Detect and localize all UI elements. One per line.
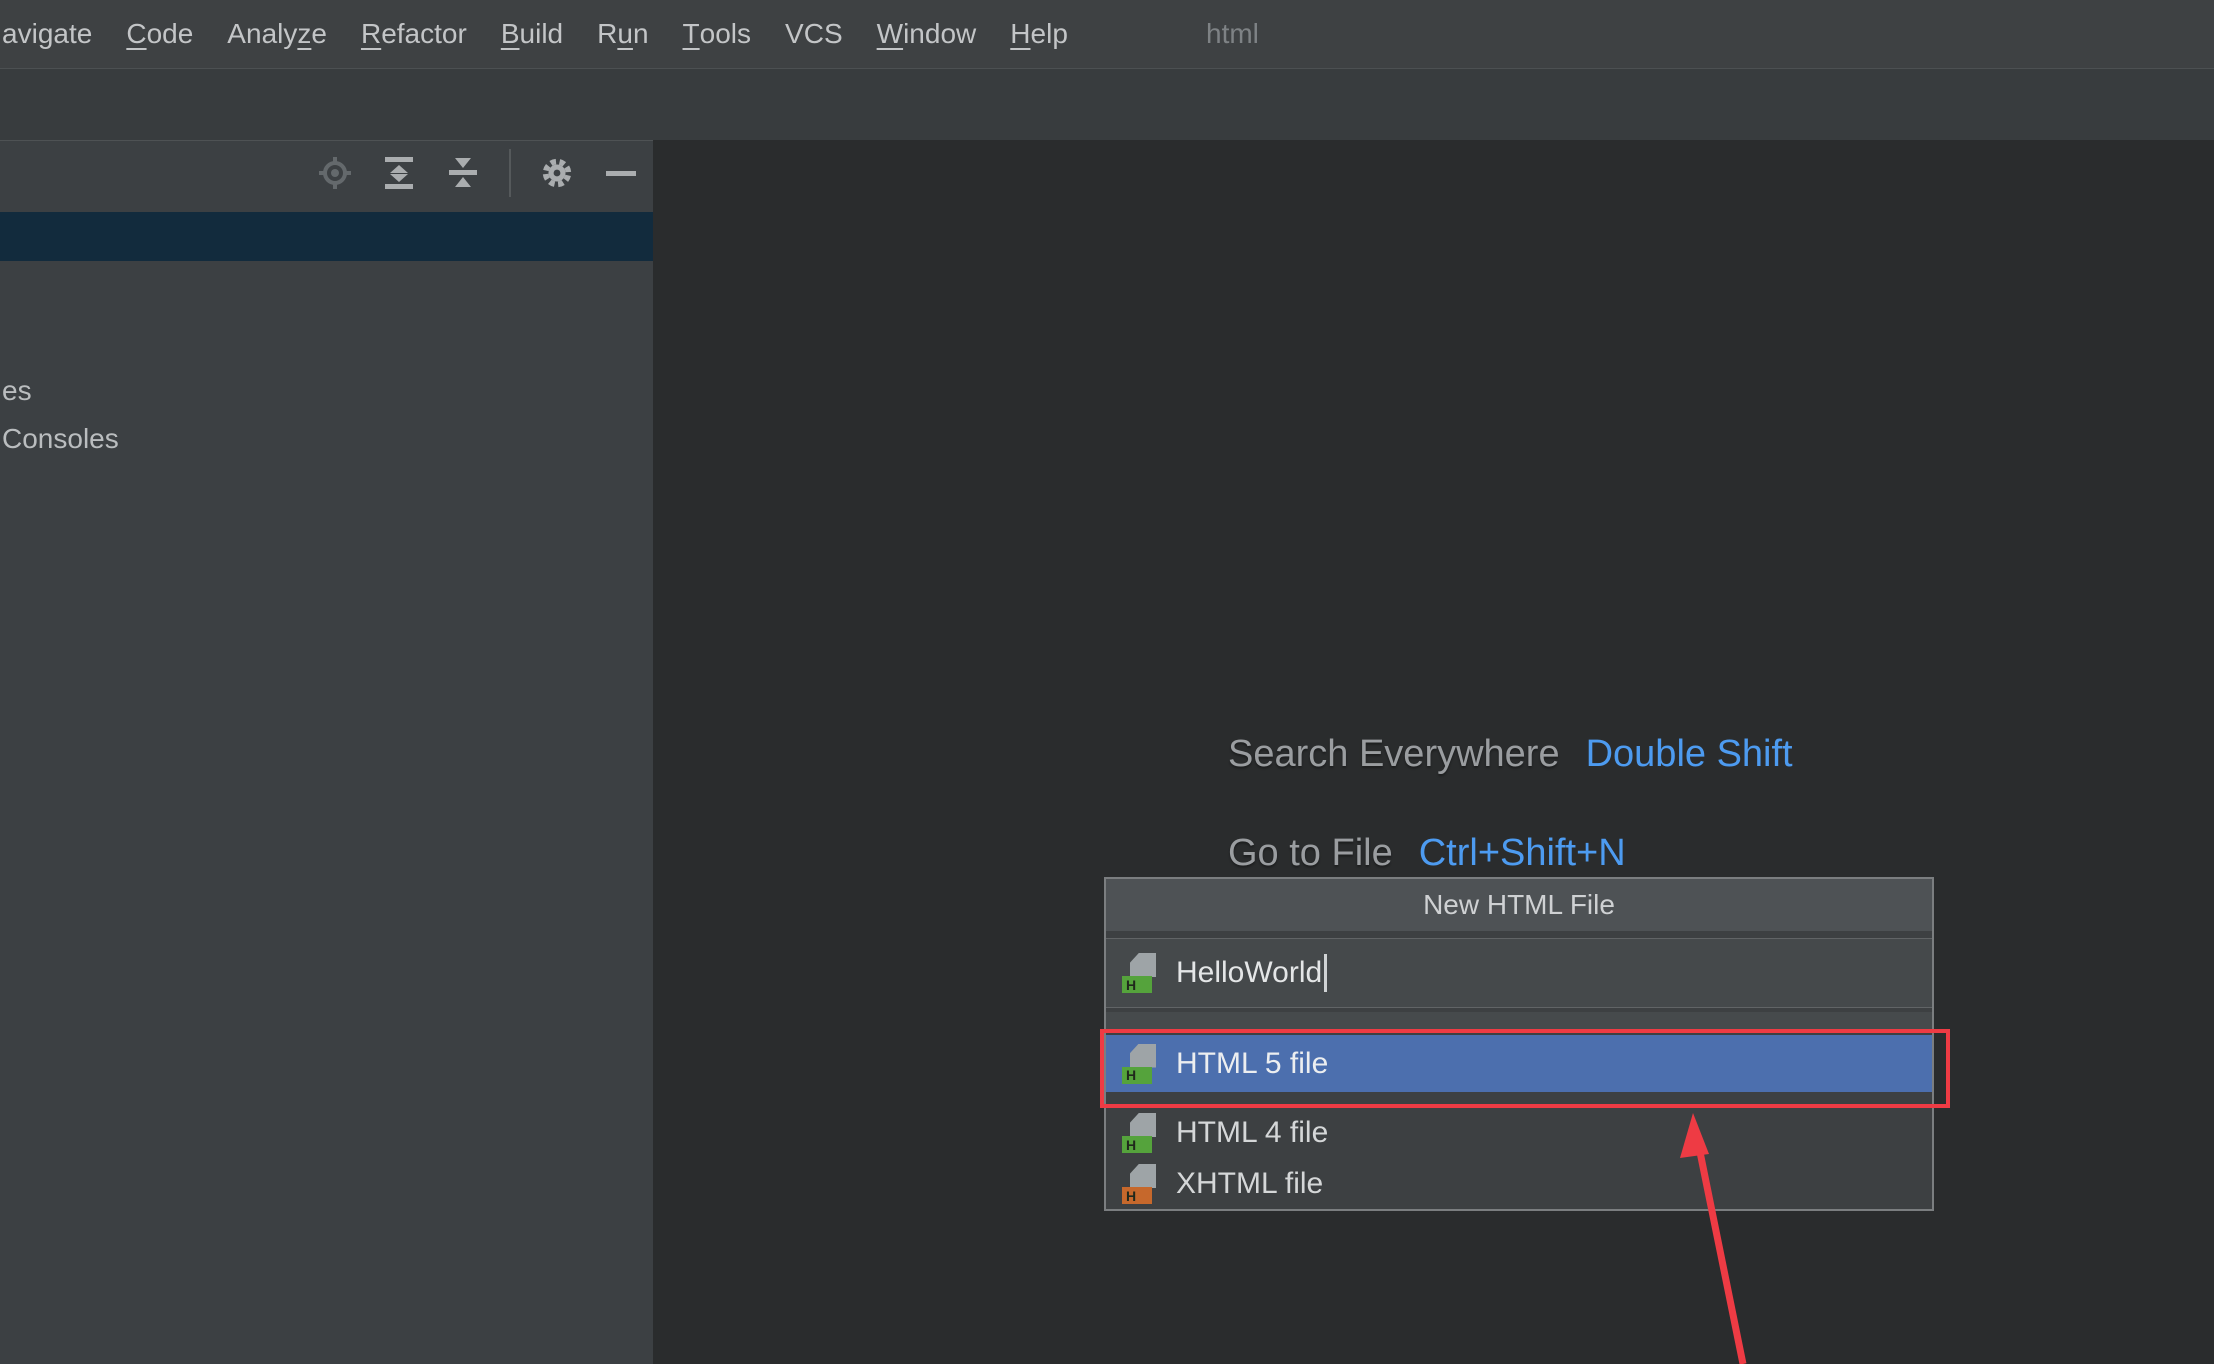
menu-item-refactor[interactable]: Refactor bbox=[344, 0, 484, 68]
hint-search-everywhere: Search Everywhere Double Shift bbox=[1228, 733, 1793, 776]
annotation-highlight-box bbox=[1100, 1029, 1950, 1108]
collapse-all-button[interactable] bbox=[445, 155, 481, 191]
menu-item-tools[interactable]: Tools bbox=[666, 0, 769, 68]
menu-item-help[interactable]: Help bbox=[993, 0, 1085, 68]
main-toolbar-strip bbox=[0, 69, 2214, 140]
hint-shortcut: Ctrl+Shift+N bbox=[1418, 832, 1626, 874]
tree-selected-row[interactable] bbox=[0, 212, 653, 261]
tree-item-label: Consoles bbox=[2, 423, 119, 454]
expand-all-button[interactable] bbox=[381, 155, 417, 191]
locate-icon bbox=[319, 157, 351, 189]
html-file-icon: H bbox=[1122, 953, 1158, 993]
menu-item-navigate[interactable]: avigate bbox=[0, 0, 109, 68]
filename-value: HelloWorld bbox=[1176, 956, 1323, 989]
collapse-all-icon bbox=[449, 158, 477, 187]
hint-label: Go to File bbox=[1228, 832, 1393, 874]
menu-item-window[interactable]: Window bbox=[860, 0, 994, 68]
dialog-title: New HTML File bbox=[1106, 879, 1932, 931]
list-item-xhtml-file[interactable]: H XHTML file bbox=[1106, 1159, 1932, 1209]
menu-item-analyze[interactable]: Analyze bbox=[210, 0, 344, 68]
minimize-icon bbox=[606, 171, 636, 176]
toolbar-divider bbox=[509, 149, 511, 197]
hint-label: Search Everywhere bbox=[1228, 733, 1560, 775]
input-caret bbox=[1324, 954, 1328, 992]
filename-input[interactable]: H HelloWorld bbox=[1106, 938, 1932, 1008]
list-item-html4-file[interactable]: H HTML 4 file bbox=[1106, 1107, 1932, 1159]
hide-panel-button[interactable] bbox=[603, 155, 639, 191]
menu-item-build[interactable]: Build bbox=[484, 0, 580, 68]
tree-item-consoles[interactable]: Consoles bbox=[0, 415, 119, 463]
list-item-label: XHTML file bbox=[1176, 1167, 1324, 1200]
ide-window: avigateCodeAnalyzeRefactorBuildRunToolsV… bbox=[0, 0, 2214, 1364]
xhtml-file-icon: H bbox=[1122, 1164, 1158, 1204]
menu-item-run[interactable]: Run bbox=[580, 0, 665, 68]
gear-icon bbox=[542, 158, 572, 188]
menu-item-vcs[interactable]: VCS bbox=[768, 0, 860, 68]
hint-shortcut: Double Shift bbox=[1585, 733, 1793, 775]
project-panel: es Consoles bbox=[0, 140, 653, 1364]
project-panel-toolbar bbox=[0, 141, 653, 205]
expand-all-icon bbox=[385, 157, 413, 189]
menu-bar: avigateCodeAnalyzeRefactorBuildRunToolsV… bbox=[0, 0, 2214, 69]
menu-item-code[interactable]: Code bbox=[109, 0, 210, 68]
settings-button[interactable] bbox=[539, 155, 575, 191]
list-item-label: HTML 4 file bbox=[1176, 1116, 1329, 1149]
hint-go-to-file: Go to File Ctrl+Shift+N bbox=[1228, 832, 1626, 875]
tree-item-label: es bbox=[2, 375, 32, 406]
list-top-strip bbox=[1106, 1012, 1932, 1029]
tree-item-truncated[interactable]: es bbox=[0, 367, 32, 415]
locate-button[interactable] bbox=[317, 155, 353, 191]
window-title: html bbox=[1206, 18, 1259, 49]
html-file-icon-letter: H bbox=[1122, 976, 1152, 993]
html-file-icon: H bbox=[1122, 1113, 1158, 1153]
